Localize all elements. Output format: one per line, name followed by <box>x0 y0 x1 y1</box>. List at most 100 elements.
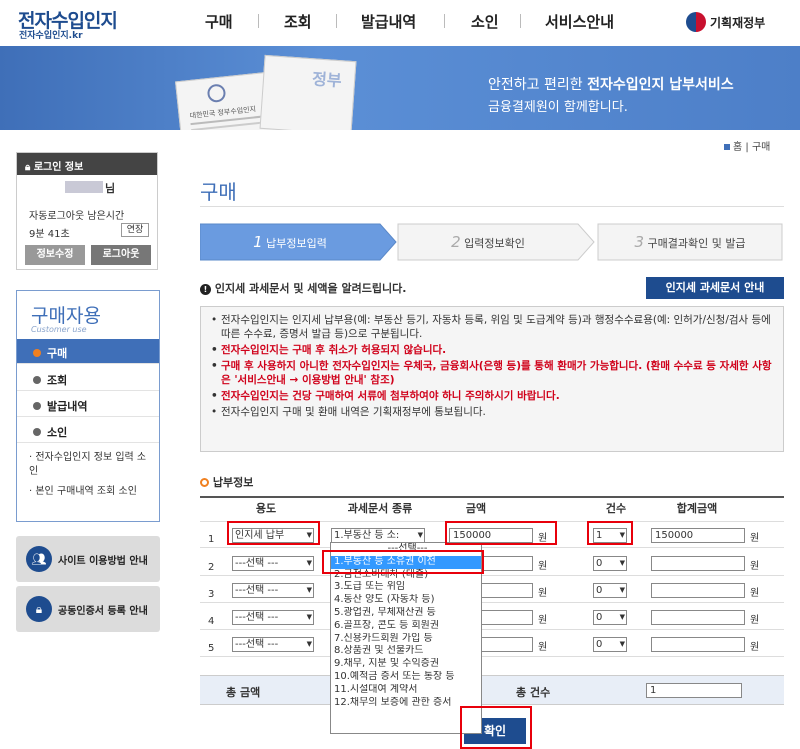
total-amount-label: 총 금액 <box>226 686 261 699</box>
nav-cancel-stamp[interactable]: 소인 <box>471 11 499 32</box>
usage-select[interactable]: ---선택 --- <box>232 556 314 571</box>
menu-item-history[interactable]: 발급내역 <box>17 392 159 417</box>
ministry-label: 기획재정부 <box>710 16 766 30</box>
menu-subtitle: Customer use <box>31 325 87 334</box>
nav-separator <box>520 14 521 28</box>
count-select[interactable]: 0 <box>593 637 627 652</box>
row-number: 4 <box>208 616 215 627</box>
count-select[interactable]: 1 <box>593 528 627 543</box>
total-field[interactable] <box>651 556 745 571</box>
dropdown-option[interactable]: 1.부동산 등 소유권 이전 <box>331 555 481 569</box>
dropdown-option[interactable]: 8.상품권 및 선불카드 <box>331 645 481 658</box>
count-select[interactable]: 0 <box>593 610 627 625</box>
total-field[interactable]: 150000 <box>651 528 745 543</box>
payment-info-title: 납부정보 <box>200 474 253 490</box>
step-2: 2 입력정보확인 <box>451 233 525 251</box>
guide-icon: 👥︎ <box>26 546 52 572</box>
nav-inquiry[interactable]: 조회 <box>284 11 312 32</box>
won-unit: 원 <box>538 533 548 544</box>
dropdown-option[interactable]: 6.골프장, 콘도 등 회원권 <box>331 620 481 633</box>
dropdown-option[interactable]: 7.신용카드회원 가입 등 <box>331 633 481 646</box>
nav-separator <box>258 14 259 28</box>
won-unit: 원 <box>538 642 548 653</box>
total-field[interactable] <box>651 583 745 598</box>
notice-item: 전자수입인지는 구매 후 취소가 허용되지 않습니다. <box>211 343 773 357</box>
step-1: 1 납부정보입력 <box>253 233 327 251</box>
notice-item: 전자수입인지는 인지세 납부용(예: 부동산 등기, 자동차 등록, 위임 및 … <box>211 313 773 341</box>
dropdown-option[interactable]: 9.채무, 지분 및 수익증권 <box>331 658 481 671</box>
doc-type-dropdown-list[interactable]: ---선택--- 1.부동산 등 소유권 이전 2.금전소비대차 (대출) 3.도급 … <box>330 542 482 734</box>
col-total: 합계금액 <box>676 502 718 515</box>
usage-select[interactable]: ---선택 --- <box>232 610 314 625</box>
nav-separator <box>444 14 445 28</box>
login-info-box: 🔒︎ 로그인 정보 님 자동로그아웃 남은시간 9분 41초 연장 정보수정 로… <box>16 152 158 270</box>
total-field[interactable] <box>651 610 745 625</box>
dropdown-option[interactable]: 11.시설대여 계약서 <box>331 684 481 697</box>
top-header: 전자수입인지 전자수입인지.kr 구매 조회 발급내역 소인 서비스안내 기획재… <box>0 0 800 46</box>
dropdown-option[interactable]: 2.금전소비대차 (대출) <box>331 569 481 582</box>
menu-item-buy[interactable]: 구매 <box>17 339 159 364</box>
lock-icon: 🔒︎ <box>26 596 52 622</box>
nav-buy[interactable]: 구매 <box>205 11 233 32</box>
nav-separator <box>336 14 337 28</box>
extend-button[interactable]: 연장 <box>121 223 149 237</box>
autologout-label: 자동로그아웃 남은시간 <box>29 211 125 222</box>
totals-bar: 총 금액 총 건수 1 <box>200 675 784 705</box>
row-number: 1 <box>208 534 215 545</box>
seal-icon <box>206 83 227 104</box>
doc-type-select[interactable]: 1.부동산 등 소: <box>331 528 425 543</box>
count-select[interactable]: 0 <box>593 583 627 598</box>
row-number: 5 <box>208 643 215 654</box>
menu-title: 구매자용 <box>31 305 101 327</box>
menu-item-cancel-stamp[interactable]: 소인 <box>17 418 159 443</box>
bullet-icon <box>33 402 41 410</box>
total-field[interactable] <box>651 637 745 652</box>
breadcrumb-home[interactable]: 홈 <box>733 142 742 153</box>
home-icon <box>724 144 730 150</box>
notice-box: 전자수입인지는 인지세 납부용(예: 부동산 등기, 자동차 등록, 위임 및 … <box>200 306 784 452</box>
usage-select[interactable]: ---선택 --- <box>232 637 314 652</box>
user-suffix: 님 <box>105 182 116 195</box>
banner: 대한민국 정부수입인지 정부 안전하고 편리한 전자수입인지 납부서비스 금융결… <box>0 46 800 130</box>
lock-icon: 🔒︎ <box>25 162 31 173</box>
banner-line1: 안전하고 편리한 전자수입인지 납부서비스 <box>488 77 734 93</box>
dropdown-option[interactable]: 4.동산 양도 (자동차 등) <box>331 594 481 607</box>
nav-history[interactable]: 발급내역 <box>361 11 416 32</box>
notice-item: 구매 후 사용하지 아니한 전자수입인지는 우체국, 금융회사(은행 등)를 통… <box>211 359 773 387</box>
breadcrumb-current: 구매 <box>751 142 771 153</box>
customer-menu: 구매자용 Customer use 구매 조회 발급내역 소인 · 전자수입인지… <box>16 290 160 522</box>
bullet-icon <box>33 428 41 436</box>
total-count-field[interactable]: 1 <box>646 683 742 698</box>
dropdown-option[interactable]: 12.채무의 보증에 관한 증서 <box>331 697 481 710</box>
usage-select[interactable]: ---선택 --- <box>232 583 314 598</box>
dropdown-option[interactable]: 5.광업권, 무체재산권 등 <box>331 607 481 620</box>
menu-link-info-cancel[interactable]: · 전자수입인지 정보 입력 소인 <box>29 451 153 479</box>
dropdown-option[interactable]: ---선택--- <box>331 543 481 556</box>
menu-link-history-cancel[interactable]: · 본인 구매내역 조회 소인 <box>29 485 153 499</box>
tax-doc-guide-button[interactable]: 인지세 과세문서 안내 <box>646 277 784 299</box>
login-info-title: 🔒︎ 로그인 정보 <box>17 153 157 175</box>
edit-info-button[interactable]: 정보수정 <box>25 245 85 265</box>
step-3: 3 구매결과확인 및 발급 <box>634 233 746 251</box>
amount-field[interactable]: 150000 <box>449 528 533 543</box>
row-number: 2 <box>208 562 215 573</box>
autologout-time: 9분 41초 <box>29 229 70 240</box>
breadcrumb: 홈 | 구매 <box>724 138 770 153</box>
col-doc-type: 과세문서 종류 <box>347 502 413 515</box>
banner-document-image: 정부 <box>259 54 357 130</box>
menu-item-inquiry[interactable]: 조회 <box>17 366 159 391</box>
nav-service-info[interactable]: 서비스안내 <box>545 11 614 32</box>
count-select[interactable]: 0 <box>593 556 627 571</box>
won-unit: 원 <box>750 561 760 572</box>
page-title: 구매 <box>200 180 237 204</box>
bullet-icon <box>33 376 41 384</box>
dropdown-option[interactable]: 10.예적금 증서 또는 통장 등 <box>331 671 481 684</box>
won-unit: 원 <box>750 588 760 599</box>
logout-button[interactable]: 로그아웃 <box>91 245 151 265</box>
row-number: 3 <box>208 589 215 600</box>
usage-select[interactable]: 인지세 납부 <box>232 528 314 543</box>
won-unit: 원 <box>750 615 760 626</box>
dropdown-option[interactable]: 3.도급 또는 위임 <box>331 581 481 594</box>
site-guide-button[interactable]: 👥︎ 사이트 이용방법 안내 <box>16 536 160 582</box>
certificate-guide-button[interactable]: 🔒︎ 공동인증서 등록 안내 <box>16 586 160 632</box>
